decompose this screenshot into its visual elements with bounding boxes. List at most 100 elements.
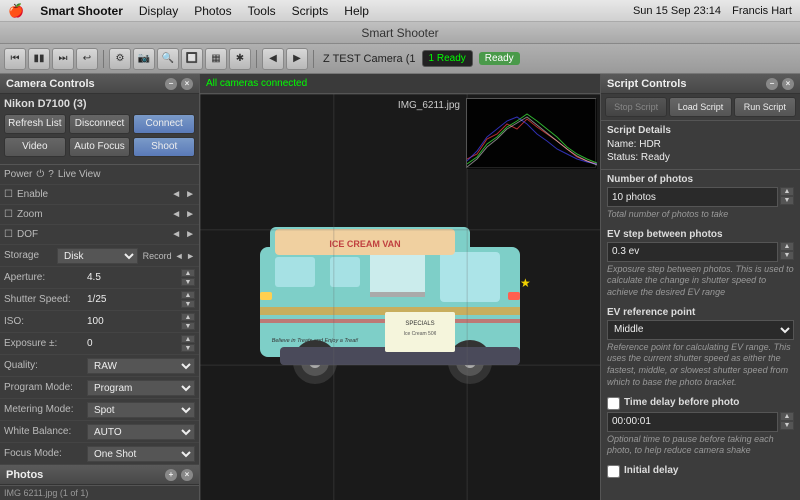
aperture-up[interactable]: ▲ xyxy=(181,269,195,277)
connect-btn[interactable]: Connect xyxy=(133,114,195,134)
script-close-btn[interactable]: × xyxy=(782,78,794,90)
menu-smart-shooter[interactable]: Smart Shooter xyxy=(34,3,129,19)
apple-menu[interactable]: 🍎 xyxy=(8,3,24,19)
toolbar-btn-5[interactable]: ⚙ xyxy=(109,48,131,70)
exposure-value: 0 xyxy=(87,338,178,349)
toolbar-btn-10[interactable]: ✱ xyxy=(229,48,251,70)
arrow-left-2[interactable]: ◄ xyxy=(171,209,181,220)
time-delay-check[interactable] xyxy=(607,397,620,410)
load-script-btn[interactable]: Load Script xyxy=(669,97,731,117)
arrow-left-1[interactable]: ◄ xyxy=(171,189,181,200)
shutter-down[interactable]: ▼ xyxy=(181,300,195,308)
ev-step-down[interactable]: ▼ xyxy=(780,251,794,260)
ev-ref-label: EV reference point xyxy=(607,307,794,318)
num-photos-up[interactable]: ▲ xyxy=(780,187,794,196)
script-details: Script Details Name: HDR Status: Ready xyxy=(601,121,800,170)
time-delay-down[interactable]: ▼ xyxy=(780,421,794,430)
toolbar: ⏮ ▮▮ ⏭ ↩ ⚙ 📷 🔍 🔲 ▦ ✱ ◀ ▶ Z TEST Camera (… xyxy=(0,44,800,74)
dof-check[interactable]: ☐ xyxy=(4,229,13,240)
shutter-up[interactable]: ▲ xyxy=(181,291,195,299)
exposure-down[interactable]: ▼ xyxy=(181,344,195,352)
toolbar-btn-12[interactable]: ▶ xyxy=(286,48,308,70)
iso-down[interactable]: ▼ xyxy=(181,322,195,330)
record-label: Record xyxy=(143,251,172,261)
program-mode-select[interactable]: Program Aperture Shutter Manual xyxy=(87,380,195,396)
toolbar-btn-2[interactable]: ▮▮ xyxy=(28,48,50,70)
enable-check[interactable]: ☐ xyxy=(4,189,13,200)
menu-help[interactable]: Help xyxy=(338,3,375,19)
wb-row: White Balance: AUTO Daylight Cloudy xyxy=(0,421,199,443)
disconnect-btn[interactable]: Disconnect xyxy=(69,114,131,134)
toolbar-btn-6[interactable]: 📷 xyxy=(133,48,155,70)
menu-tools[interactable]: Tools xyxy=(242,3,282,19)
menubar: 🍎 Smart Shooter Display Photos Tools Scr… xyxy=(0,0,800,22)
power-question: ? xyxy=(48,169,54,180)
camera-label: Z TEST Camera (1 xyxy=(323,53,416,65)
camera-btn-row1: Refresh List Disconnect Connect xyxy=(4,114,195,134)
arrow-right-2[interactable]: ► xyxy=(185,209,195,220)
ev-step-input[interactable] xyxy=(607,242,778,262)
autofocus-btn[interactable]: Auto Focus xyxy=(69,137,131,157)
panel-close-btn[interactable]: × xyxy=(181,78,193,90)
menu-display[interactable]: Display xyxy=(133,3,184,19)
exposure-row: Exposure ±: 0 ▲ ▼ xyxy=(0,333,199,355)
script-controls-title: Script Controls xyxy=(607,78,686,90)
time-delay-input[interactable] xyxy=(607,412,778,432)
svg-text:Believe in Treats and Enjoy a: Believe in Treats and Enjoy a Treat! xyxy=(272,338,359,344)
exposure-up[interactable]: ▲ xyxy=(181,335,195,343)
toolbar-btn-9[interactable]: ▦ xyxy=(205,48,227,70)
menu-photos[interactable]: Photos xyxy=(188,3,237,19)
quality-select[interactable]: RAW JPEG Fine JPEG Normal xyxy=(87,358,195,374)
photo-area[interactable]: IMG_6211.jpg xyxy=(200,94,600,500)
aperture-down[interactable]: ▼ xyxy=(181,278,195,286)
toolbar-btn-4[interactable]: ↩ xyxy=(76,48,98,70)
arrow-left-3[interactable]: ◄ xyxy=(171,229,181,240)
zoom-check[interactable]: ☐ xyxy=(4,209,13,220)
toolbar-btn-8[interactable]: 🔲 xyxy=(181,48,203,70)
wb-select[interactable]: AUTO Daylight Cloudy xyxy=(87,424,195,440)
num-photos-input[interactable] xyxy=(607,187,778,207)
arrow-right-3[interactable]: ► xyxy=(185,229,195,240)
stop-script-btn[interactable]: Stop Script xyxy=(605,97,667,117)
photos-status: IMG 6211.jpg (1 of 1) xyxy=(0,485,199,500)
toolbar-btn-7[interactable]: 🔍 xyxy=(157,48,179,70)
photos-expand-btn[interactable]: + xyxy=(165,469,177,481)
toolbar-btn-3[interactable]: ⏭ xyxy=(52,48,74,70)
storage-select[interactable]: Disk Card Both xyxy=(57,248,138,264)
run-script-btn[interactable]: Run Script xyxy=(734,97,796,117)
script-status-value: Ready xyxy=(641,152,670,163)
metering-label: Metering Mode: xyxy=(4,404,84,415)
histogram-overlay xyxy=(466,98,596,168)
arrow-right-1[interactable]: ► xyxy=(185,189,195,200)
script-minus-btn[interactable]: − xyxy=(766,78,778,90)
panel-minus-btn[interactable]: − xyxy=(165,78,177,90)
focus-select[interactable]: One Shot AF-C Manual xyxy=(87,446,195,462)
script-status-label: Status: xyxy=(607,152,638,163)
menu-scripts[interactable]: Scripts xyxy=(286,3,335,19)
enable-label: Enable xyxy=(17,189,48,200)
ev-step-up[interactable]: ▲ xyxy=(780,242,794,251)
power-icon: ⏻ xyxy=(36,169,44,180)
refresh-list-btn[interactable]: Refresh List xyxy=(4,114,66,134)
program-mode-label: Program Mode: xyxy=(4,382,84,393)
toolbar-btn-11[interactable]: ◀ xyxy=(262,48,284,70)
storage-label: Storage xyxy=(4,250,54,261)
num-photos-down[interactable]: ▼ xyxy=(780,196,794,205)
toolbar-btn-1[interactable]: ⏮ xyxy=(4,48,26,70)
video-btn[interactable]: Video xyxy=(4,137,66,157)
initial-delay-check[interactable] xyxy=(607,465,620,478)
svg-text:ICE CREAM VAN: ICE CREAM VAN xyxy=(329,239,400,249)
toolbar-status: 1 Ready xyxy=(422,50,473,67)
metering-select[interactable]: Spot Matrix Center xyxy=(87,402,195,418)
ice-cream-van: ICE CREAM VAN SPECIALS Ice Cream 50¢ B xyxy=(240,197,560,397)
shoot-btn[interactable]: Shoot xyxy=(133,137,195,157)
script-controls-header: Script Controls − × xyxy=(601,74,800,94)
num-photos-arrows: ▲ ▼ xyxy=(780,187,794,207)
ev-ref-select[interactable]: Middle Fastest Slowest xyxy=(607,320,794,340)
photos-close-btn[interactable]: × xyxy=(181,469,193,481)
quality-row: Quality: RAW JPEG Fine JPEG Normal xyxy=(0,355,199,377)
time-delay-up[interactable]: ▲ xyxy=(780,412,794,421)
menubar-user: Francis Hart xyxy=(732,5,792,17)
ev-step-arrows: ▲ ▼ xyxy=(780,242,794,262)
iso-up[interactable]: ▲ xyxy=(181,313,195,321)
